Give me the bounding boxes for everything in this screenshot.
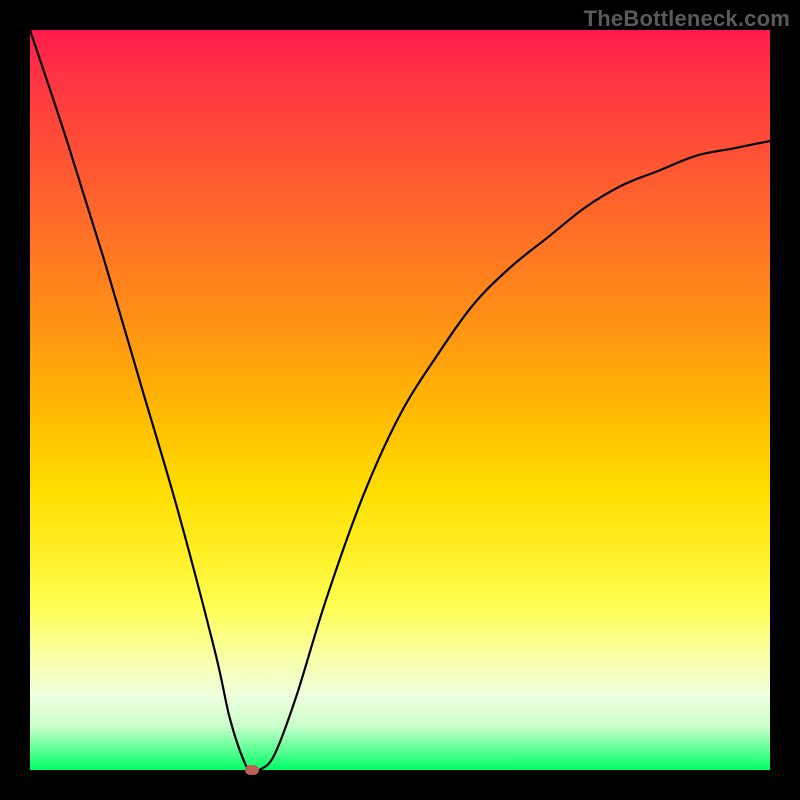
bottleneck-curve [30, 30, 770, 770]
chart-frame: TheBottleneck.com [0, 0, 800, 800]
watermark-text: TheBottleneck.com [584, 6, 790, 32]
plot-area [30, 30, 770, 770]
optimal-marker [245, 765, 259, 775]
